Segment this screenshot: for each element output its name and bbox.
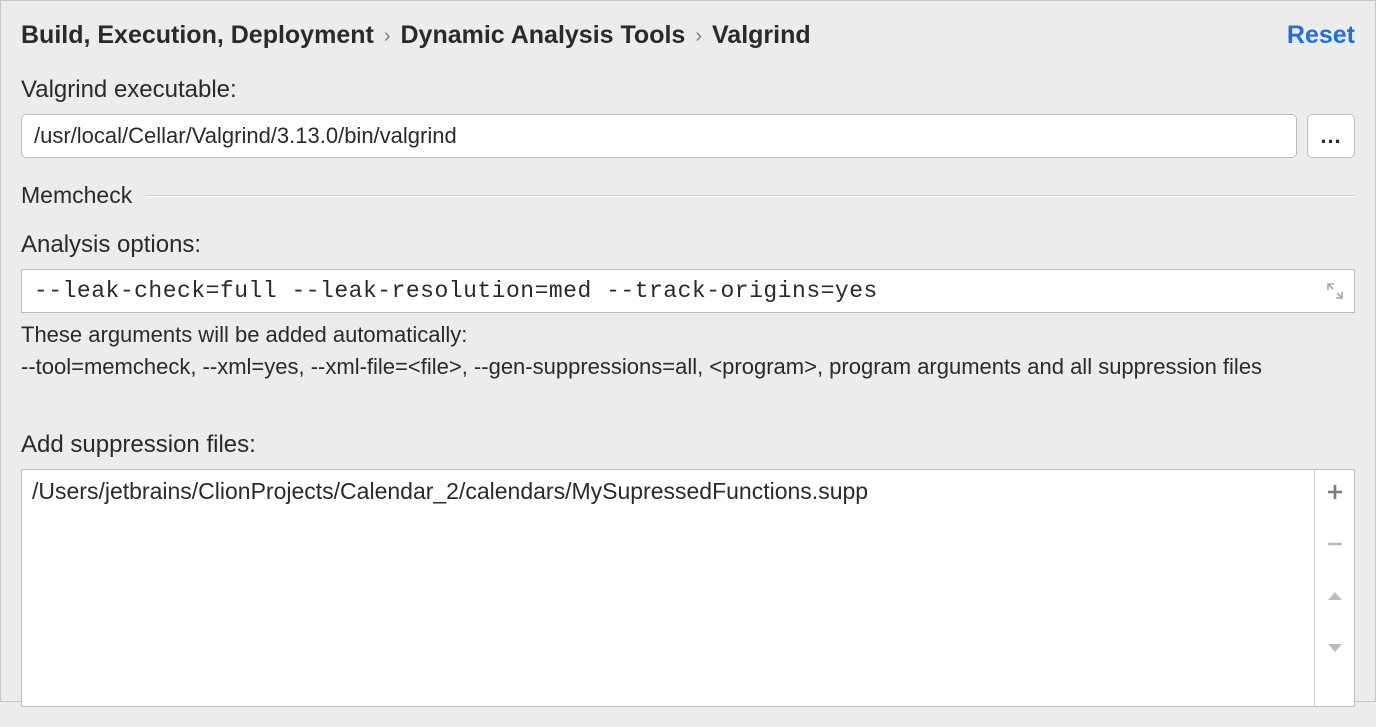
add-button[interactable] xyxy=(1321,478,1349,506)
divider xyxy=(146,195,1355,197)
breadcrumb-level-1[interactable]: Build, Execution, Deployment xyxy=(21,21,374,50)
analysis-options-helper: These arguments will be added automatica… xyxy=(21,319,1355,383)
breadcrumb-level-2[interactable]: Dynamic Analysis Tools xyxy=(401,21,686,50)
browse-button[interactable]: ... xyxy=(1307,114,1355,158)
suppression-toolbar xyxy=(1314,470,1354,706)
suppression-files-list[interactable]: /Users/jetbrains/ClionProjects/Calendar_… xyxy=(22,470,1314,706)
chevron-right-icon: › xyxy=(384,25,391,48)
valgrind-executable-label: Valgrind executable: xyxy=(21,76,1355,104)
analysis-options-value: --leak-check=full --leak-resolution=med … xyxy=(34,278,878,304)
analysis-options-label: Analysis options: xyxy=(21,231,1355,259)
remove-button[interactable] xyxy=(1321,530,1349,558)
move-up-button[interactable] xyxy=(1321,582,1349,610)
valgrind-executable-input[interactable] xyxy=(21,114,1297,158)
triangle-down-icon xyxy=(1326,642,1344,654)
memcheck-section-label: Memcheck xyxy=(21,182,132,209)
triangle-up-icon xyxy=(1326,590,1344,602)
reset-link[interactable]: Reset xyxy=(1287,21,1355,50)
chevron-right-icon: › xyxy=(695,25,702,48)
list-item[interactable]: /Users/jetbrains/ClionProjects/Calendar_… xyxy=(30,476,1306,507)
breadcrumb-level-3: Valgrind xyxy=(712,21,811,50)
helper-line-1: These arguments will be added automatica… xyxy=(21,319,1355,351)
helper-line-2: --tool=memcheck, --xml=yes, --xml-file=<… xyxy=(21,351,1355,383)
suppression-files-label: Add suppression files: xyxy=(21,431,1355,459)
plus-icon xyxy=(1325,482,1345,502)
breadcrumb: Build, Execution, Deployment › Dynamic A… xyxy=(21,21,811,50)
expand-icon[interactable] xyxy=(1324,280,1346,302)
analysis-options-input[interactable]: --leak-check=full --leak-resolution=med … xyxy=(21,269,1355,313)
move-down-button[interactable] xyxy=(1321,634,1349,662)
minus-icon xyxy=(1325,534,1345,554)
